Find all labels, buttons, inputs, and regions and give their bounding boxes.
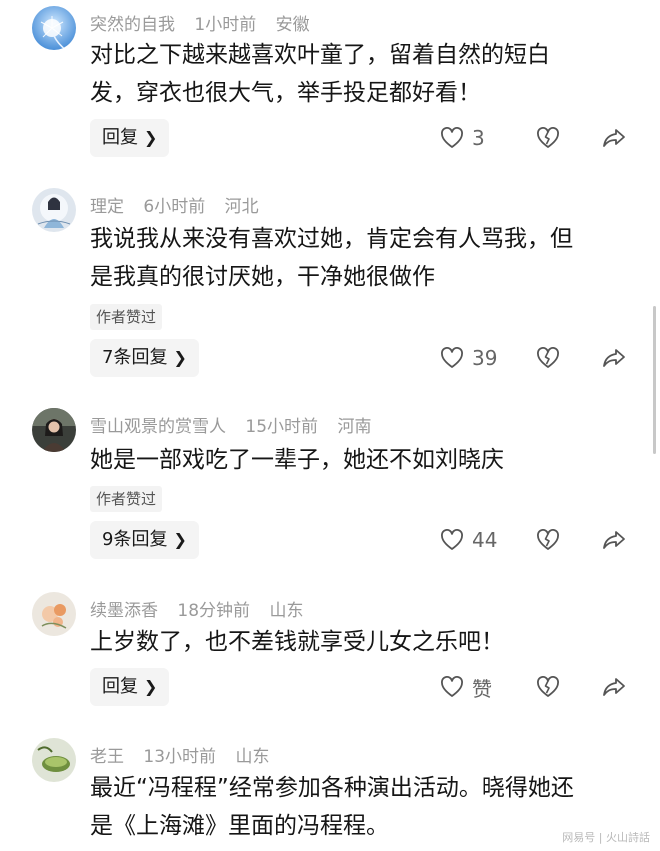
scrollbar[interactable] bbox=[653, 306, 656, 454]
comment-line: 对比之下越来越喜欢叶童了，留着自然的短白 bbox=[90, 42, 550, 68]
chevron-right-icon: ❯ bbox=[173, 530, 187, 549]
username[interactable]: 突然的自我 bbox=[90, 15, 175, 35]
location: 山东 bbox=[235, 747, 270, 767]
heart-icon bbox=[441, 676, 463, 697]
reply-label: 9条回复 bbox=[102, 529, 168, 550]
share-button[interactable] bbox=[602, 521, 626, 559]
broken-heart-icon bbox=[537, 127, 559, 148]
comment-meta: 理定 6小时前 河北 bbox=[90, 192, 273, 217]
like-button[interactable]: 赞 bbox=[440, 668, 492, 706]
comment-text: 最近“冯程程”经常参加各种演出活动。晓得她还 是《上海滩》里面的冯程程。 bbox=[90, 769, 638, 845]
comment-meta: 续墨添香 18分钟前 山东 bbox=[90, 596, 317, 621]
location: 山东 bbox=[269, 601, 304, 621]
comment-line: 上岁数了，也不差钱就享受儿女之乐吧！ bbox=[90, 629, 504, 655]
chevron-right-icon: ❯ bbox=[144, 128, 158, 147]
comment-text: 她是一部戏吃了一辈子，她还不如刘晓庆 bbox=[90, 441, 638, 479]
timestamp: 1小时前 bbox=[194, 15, 257, 35]
dislike-button[interactable] bbox=[536, 521, 560, 559]
comment-line: 最近“冯程程”经常参加各种演出活动。晓得她还 bbox=[90, 775, 574, 801]
location: 安徽 bbox=[275, 15, 310, 35]
comment-meta: 老王 13小时前 山东 bbox=[90, 742, 283, 767]
username[interactable]: 老王 bbox=[90, 747, 124, 767]
watermark: 网易号 | 火山詩話 bbox=[562, 831, 650, 844]
avatar[interactable] bbox=[32, 188, 76, 232]
username[interactable]: 续墨添香 bbox=[90, 601, 158, 621]
like-button[interactable]: 39 bbox=[440, 339, 497, 377]
broken-heart-icon bbox=[537, 529, 559, 550]
comment-line: 是《上海滩》里面的冯程程。 bbox=[90, 813, 389, 839]
comment-line: 我说我从来没有喜欢过她，肯定会有人骂我，但 bbox=[90, 226, 573, 252]
like-count: 3 bbox=[472, 126, 485, 150]
reply-button[interactable]: 回复 ❯ bbox=[90, 668, 170, 706]
like-count: 赞 bbox=[472, 676, 492, 701]
reply-button[interactable]: 9条回复 ❯ bbox=[90, 521, 199, 559]
avatar[interactable] bbox=[32, 6, 76, 50]
timestamp: 13小时前 bbox=[143, 747, 217, 767]
broken-heart-icon bbox=[537, 676, 559, 697]
reply-label: 回复 bbox=[102, 676, 138, 697]
avatar[interactable] bbox=[32, 408, 76, 452]
location: 河南 bbox=[337, 417, 372, 437]
comment-line: 是我真的很讨厌她，干净她很做作 bbox=[90, 264, 435, 290]
share-arrow-icon bbox=[603, 678, 625, 696]
reply-button[interactable]: 回复 ❯ bbox=[90, 119, 170, 157]
like-count: 39 bbox=[472, 346, 498, 370]
comment-meta: 突然的自我 1小时前 安徽 bbox=[90, 10, 324, 35]
share-arrow-icon bbox=[603, 531, 625, 549]
timestamp: 15小时前 bbox=[245, 417, 319, 437]
dislike-button[interactable] bbox=[536, 339, 560, 377]
username[interactable]: 理定 bbox=[90, 197, 124, 217]
comment-text: 上岁数了，也不差钱就享受儿女之乐吧！ bbox=[90, 623, 638, 661]
author-liked-badge: 作者赞过 bbox=[90, 486, 163, 512]
dislike-button[interactable] bbox=[536, 119, 560, 157]
reply-button[interactable]: 7条回复 ❯ bbox=[90, 339, 199, 377]
share-arrow-icon bbox=[603, 129, 625, 147]
location: 河北 bbox=[224, 197, 259, 217]
comment-text: 我说我从来没有喜欢过她，肯定会有人骂我，但 是我真的很讨厌她，干净她很做作 bbox=[90, 220, 638, 296]
comment-meta: 雪山观景的赏雪人 15小时前 河南 bbox=[90, 412, 385, 437]
heart-icon bbox=[441, 127, 463, 148]
share-button[interactable] bbox=[602, 339, 626, 377]
chevron-right-icon: ❯ bbox=[173, 348, 187, 367]
comment-line: 发，穿衣也很大气，举手投足都好看！ bbox=[90, 80, 481, 106]
like-button[interactable]: 44 bbox=[440, 521, 497, 559]
reply-label: 7条回复 bbox=[102, 347, 168, 368]
avatar[interactable] bbox=[32, 738, 76, 782]
share-arrow-icon bbox=[603, 349, 625, 367]
comment-text: 对比之下越来越喜欢叶童了，留着自然的短白 发，穿衣也很大气，举手投足都好看！ bbox=[90, 36, 638, 112]
heart-icon bbox=[441, 347, 463, 368]
author-liked-badge: 作者赞过 bbox=[90, 304, 163, 330]
like-count: 44 bbox=[472, 528, 498, 552]
chevron-right-icon: ❯ bbox=[144, 677, 158, 696]
avatar[interactable] bbox=[32, 592, 76, 636]
dislike-button[interactable] bbox=[536, 668, 560, 706]
timestamp: 18分钟前 bbox=[177, 601, 251, 621]
like-button[interactable]: 3 bbox=[440, 119, 485, 157]
comment-line: 她是一部戏吃了一辈子，她还不如刘晓庆 bbox=[90, 447, 504, 473]
share-button[interactable] bbox=[602, 668, 626, 706]
heart-icon bbox=[441, 529, 463, 550]
share-button[interactable] bbox=[602, 119, 626, 157]
reply-label: 回复 bbox=[102, 127, 138, 148]
broken-heart-icon bbox=[537, 347, 559, 368]
timestamp: 6小时前 bbox=[143, 197, 206, 217]
username[interactable]: 雪山观景的赏雪人 bbox=[90, 417, 226, 437]
